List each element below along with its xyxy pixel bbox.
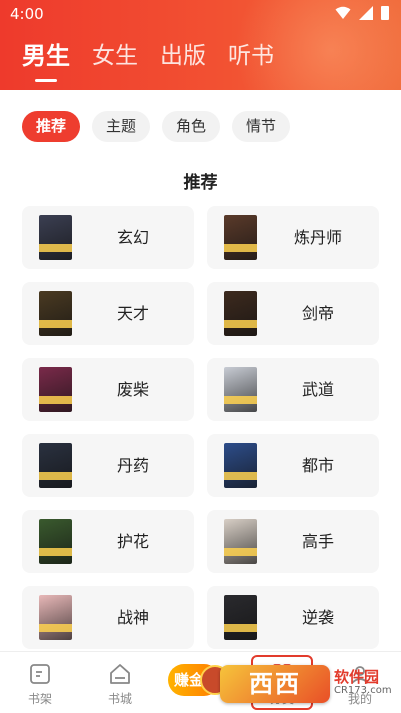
watermark: 西西 软件园 CR173.com	[220, 664, 401, 704]
category-label: 武道	[301, 380, 334, 399]
category-card[interactable]: 玄幻	[22, 206, 194, 269]
category-card[interactable]: 炼丹师	[207, 206, 379, 269]
book-cover	[224, 519, 257, 564]
wifi-icon	[335, 6, 351, 19]
book-cover	[224, 215, 257, 260]
category-label: 都市	[301, 456, 334, 475]
chip-recommended[interactable]: 推荐	[22, 111, 81, 142]
status-bar: 4:00	[0, 0, 401, 28]
battery-icon	[381, 6, 389, 20]
watermark-site-url: CR173.com	[334, 685, 392, 696]
category-card[interactable]: 丹药	[22, 434, 194, 497]
book-cover	[39, 291, 72, 336]
category-label: 炼丹师	[293, 228, 342, 247]
header: 4:00 男生 女生 出版 听书	[0, 0, 401, 90]
nav-bookstore[interactable]: 书城	[90, 662, 150, 707]
category-label: 高手	[301, 532, 334, 551]
nav-bookshelf[interactable]: 书架	[10, 662, 70, 707]
watermark-site-name: 软件园	[334, 668, 380, 686]
nav-bookshelf-label: 书架	[27, 692, 52, 706]
category-card[interactable]: 都市	[207, 434, 379, 497]
category-card[interactable]: 逆袭	[207, 586, 379, 649]
nav-bookstore-label: 书城	[107, 692, 132, 706]
top-tabs: 男生 女生 出版 听书	[22, 40, 274, 72]
status-icons	[335, 6, 389, 20]
tab-published[interactable]: 出版	[160, 40, 206, 72]
category-label: 玄幻	[116, 228, 149, 247]
book-cover	[39, 443, 72, 488]
category-card[interactable]: 废柴	[22, 358, 194, 421]
category-card[interactable]: 战神	[22, 586, 194, 649]
category-label: 逆袭	[301, 608, 334, 627]
book-cover	[224, 595, 257, 640]
category-label: 丹药	[116, 456, 149, 475]
earn-button[interactable]: 赚金	[168, 664, 230, 696]
category-card[interactable]: 剑帝	[207, 282, 379, 345]
category-card[interactable]: 武道	[207, 358, 379, 421]
book-cover	[39, 595, 72, 640]
chip-theme[interactable]: 主题	[92, 111, 151, 142]
chip-plot[interactable]: 情节	[232, 111, 291, 142]
watermark-site: 软件园 CR173.com	[334, 670, 392, 698]
bookshelf-icon	[30, 664, 50, 684]
book-cover	[224, 367, 257, 412]
home-icon	[110, 664, 130, 684]
section-title: 推荐	[183, 173, 218, 193]
signal-icon	[359, 6, 373, 20]
tab-female[interactable]: 女生	[92, 40, 138, 72]
book-cover	[39, 367, 72, 412]
book-cover	[224, 291, 257, 336]
watermark-logo: 西西	[220, 665, 330, 703]
category-label: 废柴	[116, 380, 149, 399]
category-card[interactable]: 天才	[22, 282, 194, 345]
book-cover	[39, 519, 72, 564]
category-label: 战神	[116, 608, 149, 627]
tab-audiobook[interactable]: 听书	[228, 40, 274, 72]
filter-chips: 推荐 主题 角色 情节	[22, 111, 291, 142]
category-label: 剑帝	[301, 304, 334, 323]
book-cover	[39, 215, 72, 260]
book-cover	[224, 443, 257, 488]
status-time: 4:00	[10, 5, 44, 23]
tab-male[interactable]: 男生	[22, 40, 70, 72]
category-label: 护花	[116, 532, 149, 551]
category-label: 天才	[116, 304, 149, 323]
chip-role[interactable]: 角色	[162, 111, 221, 142]
category-grid: 玄幻 炼丹师 天才 剑帝 废柴 武道 丹药 都市 护花 高手 战神 逆袭	[22, 206, 379, 649]
category-card[interactable]: 高手	[207, 510, 379, 573]
category-card[interactable]: 护花	[22, 510, 194, 573]
